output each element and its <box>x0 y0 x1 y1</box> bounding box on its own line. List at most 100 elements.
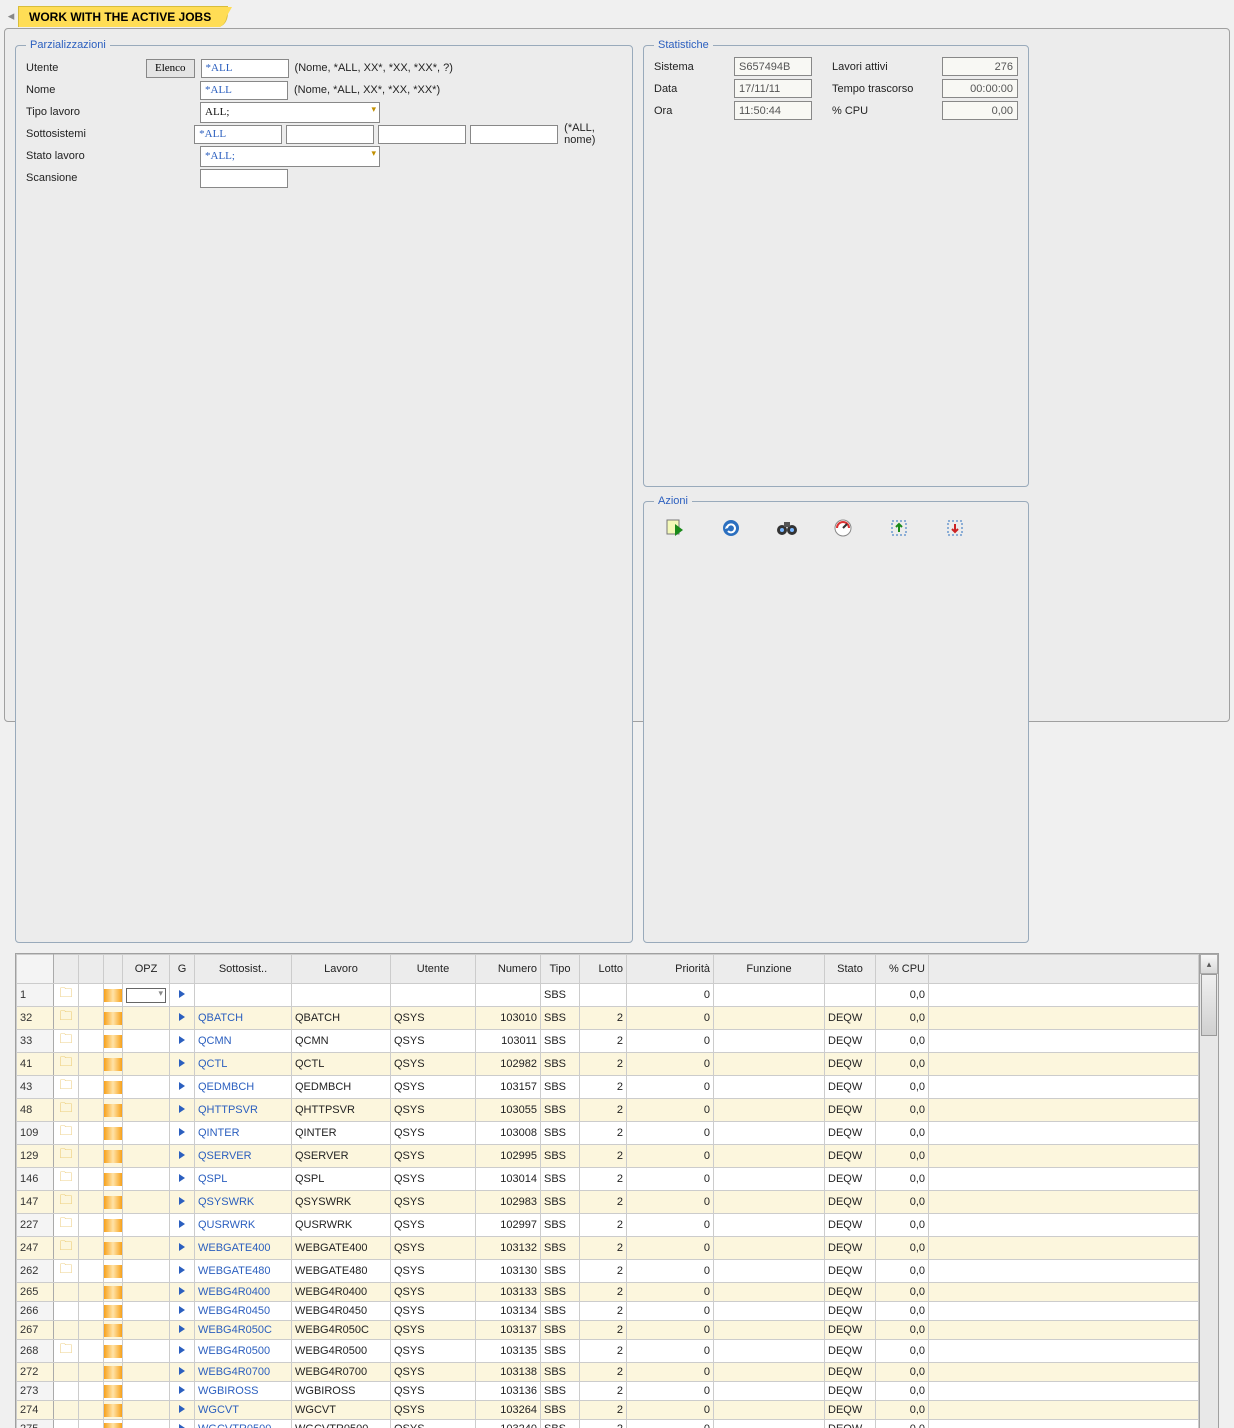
header-rownum[interactable] <box>17 955 54 984</box>
cell-sottosistema[interactable]: WEBG4R0400 <box>195 1283 292 1302</box>
play-icon[interactable] <box>170 1168 195 1191</box>
header-numero[interactable]: Numero <box>476 955 541 984</box>
play-icon[interactable] <box>170 1122 195 1145</box>
cell-sottosistema[interactable]: WGCVT <box>195 1401 292 1420</box>
refresh-icon[interactable] <box>718 517 744 539</box>
play-icon[interactable] <box>170 1214 195 1237</box>
sottosistemi-input-4[interactable] <box>470 125 558 144</box>
utente-input[interactable] <box>201 59 289 78</box>
header-lotto[interactable]: Lotto <box>580 955 627 984</box>
tipo-lavoro-select[interactable] <box>200 102 380 123</box>
cell-opz[interactable] <box>123 1214 170 1237</box>
table-row[interactable]: 272WEBG4R0700WEBG4R0700QSYS103138SBS20DE… <box>17 1363 1199 1382</box>
cell-opz[interactable] <box>123 1099 170 1122</box>
gauge-icon[interactable] <box>830 517 856 539</box>
cell-sottosistema[interactable]: QHTTPSVR <box>195 1099 292 1122</box>
cell-opz[interactable] <box>123 1321 170 1340</box>
cell-opz[interactable] <box>123 1030 170 1053</box>
play-icon[interactable] <box>170 984 195 1007</box>
header-tipo[interactable]: Tipo <box>541 955 580 984</box>
table-row[interactable]: 274WGCVTWGCVTQSYS103264SBS20DEQW0,0 <box>17 1401 1199 1420</box>
play-icon[interactable] <box>170 1340 195 1363</box>
cell-opz[interactable] <box>123 1053 170 1076</box>
back-arrow-icon[interactable]: ◂ <box>4 8 18 24</box>
header-funzione[interactable]: Funzione <box>714 955 825 984</box>
play-icon[interactable] <box>170 1321 195 1340</box>
cell-sottosistema[interactable]: QCTL <box>195 1053 292 1076</box>
header-priorita[interactable]: Priorità <box>627 955 714 984</box>
header-sottosistema[interactable]: Sottosist.. <box>195 955 292 984</box>
table-row[interactable]: 48🗀QHTTPSVRQHTTPSVRQSYS103055SBS20DEQW0,… <box>17 1099 1199 1122</box>
elenco-button[interactable]: Elenco <box>146 59 195 78</box>
sottosistemi-input-1[interactable] <box>194 125 282 144</box>
cell-sottosistema[interactable]: QINTER <box>195 1122 292 1145</box>
cell-opz[interactable] <box>123 1302 170 1321</box>
table-row[interactable]: 146🗀QSPLQSPLQSYS103014SBS20DEQW0,0 <box>17 1168 1199 1191</box>
binoculars-icon[interactable] <box>774 517 800 539</box>
cell-sottosistema[interactable]: WEBG4R0450 <box>195 1302 292 1321</box>
cell-opz[interactable] <box>123 1420 170 1428</box>
run-action-icon[interactable] <box>662 517 688 539</box>
cell-opz[interactable] <box>123 1382 170 1401</box>
play-icon[interactable] <box>170 1030 195 1053</box>
table-row[interactable]: 147🗀QSYSWRKQSYSWRKQSYS102983SBS20DEQW0,0 <box>17 1191 1199 1214</box>
play-icon[interactable] <box>170 1237 195 1260</box>
table-row[interactable]: 265WEBG4R0400WEBG4R0400QSYS103133SBS20DE… <box>17 1283 1199 1302</box>
play-icon[interactable] <box>170 1363 195 1382</box>
cell-sottosistema[interactable]: WEBG4R0700 <box>195 1363 292 1382</box>
cell-opz[interactable] <box>123 1007 170 1030</box>
cell-opz[interactable] <box>123 1168 170 1191</box>
play-icon[interactable] <box>170 1260 195 1283</box>
play-icon[interactable] <box>170 1283 195 1302</box>
table-row[interactable]: 32🗀QBATCHQBATCHQSYS103010SBS20DEQW0,0 <box>17 1007 1199 1030</box>
cell-opz[interactable] <box>123 1237 170 1260</box>
header-icon2[interactable] <box>79 955 104 984</box>
table-row[interactable]: 41🗀QCTLQCTLQSYS102982SBS20DEQW0,0 <box>17 1053 1199 1076</box>
play-icon[interactable] <box>170 1007 195 1030</box>
cell-sottosistema[interactable]: QEDMBCH <box>195 1076 292 1099</box>
table-row[interactable]: 268🗀WEBG4R0500WEBG4R0500QSYS103135SBS20D… <box>17 1340 1199 1363</box>
cell-opz[interactable] <box>123 1340 170 1363</box>
table-row[interactable]: 273WGBIROSSWGBIROSSQSYS103136SBS20DEQW0,… <box>17 1382 1199 1401</box>
cell-sottosistema[interactable]: WEBGATE400 <box>195 1237 292 1260</box>
header-g[interactable]: G <box>170 955 195 984</box>
play-icon[interactable] <box>170 1302 195 1321</box>
table-row[interactable]: 33🗀QCMNQCMNQSYS103011SBS20DEQW0,0 <box>17 1030 1199 1053</box>
header-lavoro[interactable]: Lavoro <box>292 955 391 984</box>
cell-opz[interactable] <box>123 1191 170 1214</box>
header-icon1[interactable] <box>54 955 79 984</box>
header-stato[interactable]: Stato <box>825 955 876 984</box>
table-row[interactable]: 129🗀QSERVERQSERVERQSYS102995SBS20DEQW0,0 <box>17 1145 1199 1168</box>
stato-lavoro-select[interactable] <box>200 146 380 167</box>
cell-opz[interactable] <box>123 1363 170 1382</box>
cell-sottosistema[interactable]: QSYSWRK <box>195 1191 292 1214</box>
cell-sottosistema[interactable]: WEBG4R0500 <box>195 1340 292 1363</box>
header-utente[interactable]: Utente <box>391 955 476 984</box>
cell-sottosistema[interactable]: WEBG4R050C <box>195 1321 292 1340</box>
cell-opz[interactable] <box>123 1401 170 1420</box>
sottosistemi-input-3[interactable] <box>378 125 466 144</box>
scansione-input[interactable] <box>200 169 288 188</box>
header-bar[interactable] <box>104 955 123 984</box>
scroll-thumb[interactable] <box>1201 974 1217 1036</box>
cell-sottosistema[interactable]: WGBIROSS <box>195 1382 292 1401</box>
tab-active-jobs[interactable]: WORK WITH THE ACTIVE JOBS <box>18 6 228 27</box>
cell-opz[interactable] <box>123 1260 170 1283</box>
vertical-scrollbar[interactable]: ▴ ▾ <box>1199 954 1218 1428</box>
play-icon[interactable] <box>170 1053 195 1076</box>
play-icon[interactable] <box>170 1145 195 1168</box>
table-row[interactable]: 266WEBG4R0450WEBG4R0450QSYS103134SBS20DE… <box>17 1302 1199 1321</box>
cell-sottosistema[interactable]: WGCVTR0500 <box>195 1420 292 1428</box>
table-row[interactable]: 227🗀QUSRWRKQUSRWRKQSYS102997SBS20DEQW0,0 <box>17 1214 1199 1237</box>
play-icon[interactable] <box>170 1076 195 1099</box>
play-icon[interactable] <box>170 1191 195 1214</box>
table-row[interactable]: 262🗀WEBGATE480WEBGATE480QSYS103130SBS20D… <box>17 1260 1199 1283</box>
table-row[interactable]: 1🗀▾SBS00,0 <box>17 984 1199 1007</box>
sottosistemi-input-2[interactable] <box>286 125 374 144</box>
cell-opz[interactable] <box>123 1076 170 1099</box>
cell-sottosistema[interactable]: QCMN <box>195 1030 292 1053</box>
export-up-icon[interactable] <box>886 517 912 539</box>
cell-sottosistema[interactable] <box>195 984 292 1007</box>
cell-sottosistema[interactable]: QSERVER <box>195 1145 292 1168</box>
header-cpu[interactable]: % CPU <box>876 955 929 984</box>
